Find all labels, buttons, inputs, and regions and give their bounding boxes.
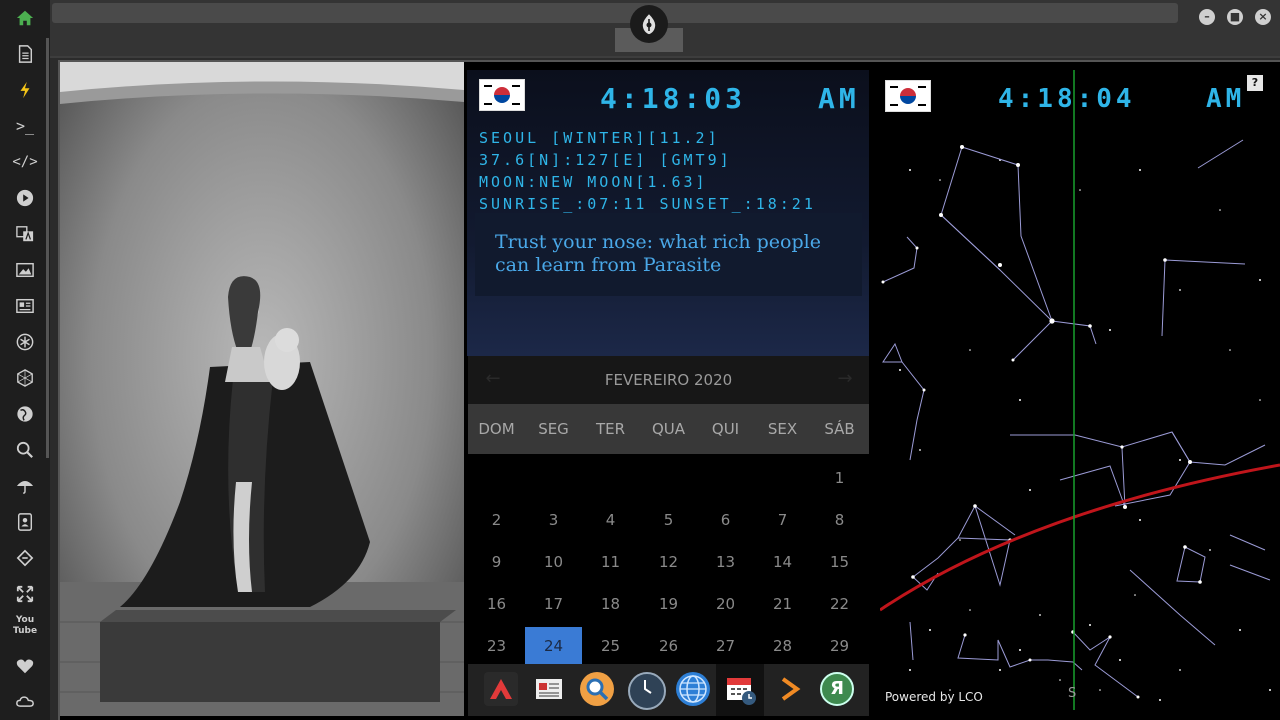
play-arrow-app-icon[interactable] <box>772 672 806 706</box>
calendar-day[interactable]: 26 <box>640 627 697 665</box>
calendar-app-icon[interactable] <box>724 672 758 706</box>
globe-icon[interactable] <box>10 400 40 428</box>
calendar-day[interactable]: 18 <box>582 585 639 623</box>
calendar-next-button[interactable]: → <box>830 356 860 404</box>
code-icon[interactable]: </> <box>10 148 40 176</box>
youtube-icon[interactable]: You Tube <box>10 612 40 643</box>
minimize-icon[interactable]: – <box>1199 9 1215 25</box>
calendar-day[interactable]: 29 <box>811 627 868 665</box>
clock-time: 4:18:03 <box>600 82 747 115</box>
link-icon[interactable] <box>10 544 40 572</box>
weekday-label: TER <box>595 420 626 438</box>
calendar-day[interactable]: 21 <box>754 585 811 623</box>
bolt-icon[interactable] <box>10 76 40 104</box>
rail-scrollbar[interactable] <box>46 38 49 458</box>
translate-icon[interactable] <box>10 220 40 248</box>
compass-south-label: S <box>1068 686 1077 701</box>
calendar-day[interactable]: 23 <box>468 627 525 665</box>
weekday-label: SEG <box>538 420 569 438</box>
calendar-day[interactable]: 13 <box>697 543 754 581</box>
calendar-widget: FEVEREIRO 2020 ← → DOM SEG TER QUA QUI S… <box>468 356 869 665</box>
hexagon-icon[interactable] <box>10 364 40 392</box>
calendar-day[interactable]: 17 <box>525 585 582 623</box>
top-bar: – ■ × <box>50 0 1280 58</box>
calendar-month-label: FEVEREIRO 2020 <box>468 356 869 404</box>
calendar-day-selected[interactable]: 24 <box>525 627 582 665</box>
contacts-icon[interactable] <box>10 508 40 536</box>
arrow-app-icon[interactable] <box>484 672 518 706</box>
image-icon[interactable] <box>10 256 40 284</box>
address-bar[interactable] <box>52 3 1178 23</box>
home-icon[interactable] <box>10 4 40 32</box>
powered-by-label[interactable]: Powered by LCO <box>885 690 983 704</box>
terminal-icon[interactable]: >_ <box>10 112 40 140</box>
news-icon[interactable] <box>10 292 40 320</box>
clock-location-line: SEOUL [WINTER][11.2] <box>479 129 720 147</box>
calendar-prev-button[interactable]: ← <box>478 356 508 404</box>
calendar-weekday-header: DOM SEG TER QUA QUI SEX SÁB <box>468 404 869 454</box>
weekday-label: DOM <box>478 420 515 438</box>
news-headline[interactable]: Trust your nose: what rich people can le… <box>495 231 855 277</box>
search-app-icon[interactable] <box>580 672 614 706</box>
calendar-day[interactable]: 8 <box>811 501 868 539</box>
calendar-day[interactable]: 25 <box>582 627 639 665</box>
calendar-day[interactable]: 14 <box>754 543 811 581</box>
calendar-day[interactable]: 16 <box>468 585 525 623</box>
yandex-app-icon[interactable]: Я <box>820 672 854 706</box>
help-button[interactable]: ? <box>1247 75 1263 91</box>
maximize-icon[interactable]: ■ <box>1227 9 1243 25</box>
calendar-day[interactable]: 22 <box>811 585 868 623</box>
calendar-day[interactable]: 5 <box>640 501 697 539</box>
calendar-day[interactable]: 10 <box>525 543 582 581</box>
calendar-day[interactable]: 19 <box>640 585 697 623</box>
news-app-icon[interactable] <box>532 672 566 706</box>
clock-sun-line: SUNRISE_:07:11 SUNSET_:18:21 <box>479 195 816 213</box>
clock-ampm: AM <box>818 82 860 115</box>
weekday-label: SEX <box>767 420 798 438</box>
sky-clock-time: 4:18:04 <box>998 84 1136 114</box>
calendar-day[interactable]: 3 <box>525 501 582 539</box>
sky-map-panel[interactable] <box>880 70 1280 710</box>
clock-moon-line: MOON:NEW MOON[1.63] <box>479 173 708 191</box>
sky-clock-ampm: AM <box>1206 84 1246 114</box>
clock-app-icon[interactable] <box>628 672 666 710</box>
cloud-icon[interactable] <box>10 688 40 716</box>
calendar-day[interactable]: 1 <box>811 459 868 497</box>
app-dock: Я <box>468 664 869 716</box>
weekday-label: QUI <box>711 420 740 438</box>
expand-icon[interactable] <box>10 580 40 608</box>
korea-flag-icon <box>479 79 525 111</box>
calendar-day[interactable]: 20 <box>697 585 754 623</box>
search-icon[interactable] <box>10 436 40 464</box>
weekday-label: SÁB <box>824 420 855 438</box>
rebel-alliance-logo[interactable] <box>630 5 668 43</box>
wallpaper-photo <box>60 62 464 716</box>
heart-icon[interactable] <box>10 652 40 680</box>
clock-coordinates-line: 37.6[N]:127[E] [GMT9] <box>479 151 732 169</box>
asterisk-icon[interactable] <box>10 328 40 356</box>
calendar-day[interactable]: 28 <box>754 627 811 665</box>
calendar-day[interactable]: 12 <box>640 543 697 581</box>
calendar-day[interactable]: 4 <box>582 501 639 539</box>
weekday-label: QUA <box>651 420 686 438</box>
calendar-day[interactable]: 15 <box>811 543 868 581</box>
calendar-day[interactable]: 7 <box>754 501 811 539</box>
document-icon[interactable] <box>10 40 40 68</box>
calendar-day[interactable]: 11 <box>582 543 639 581</box>
umbrella-icon[interactable] <box>10 472 40 500</box>
calendar-day[interactable]: 27 <box>697 627 754 665</box>
globe-app-icon[interactable] <box>676 672 710 706</box>
calendar-day[interactable]: 2 <box>468 501 525 539</box>
close-icon[interactable]: × <box>1255 9 1271 25</box>
play-icon[interactable] <box>10 184 40 212</box>
calendar-day[interactable]: 9 <box>468 543 525 581</box>
calendar-day[interactable]: 6 <box>697 501 754 539</box>
korea-flag-icon <box>885 80 931 112</box>
news-headline-box[interactable]: Trust your nose: what rich people can le… <box>475 213 862 296</box>
left-icon-rail: >_ </> You Tube <box>0 0 50 720</box>
